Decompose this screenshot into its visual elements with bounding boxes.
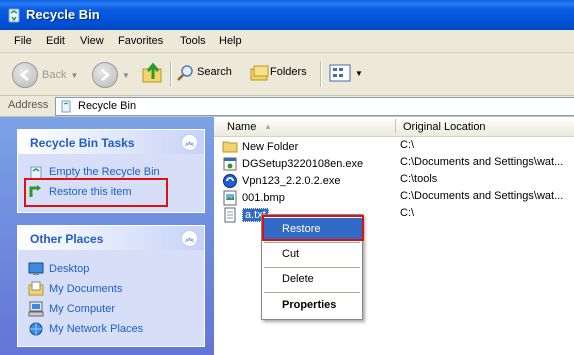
file-name: New Folder [242,141,299,153]
menu-help[interactable]: Help [219,35,242,47]
folders-button[interactable]: Folders [250,64,307,81]
search-button[interactable]: Search [177,64,232,81]
place-desktop[interactable]: Desktop [28,261,89,277]
sort-ascending-icon: ▲ [264,122,272,131]
forward-dropdown-icon[interactable]: ▼ [122,71,130,80]
back-label: Back [42,69,67,81]
menu-tools[interactable]: Tools [180,35,206,47]
forward-arrow-icon [92,62,118,88]
file-location: C:\ [400,207,415,219]
file-name: 001.bmp [242,192,285,204]
bmp-icon [222,190,238,206]
file-row[interactable]: 001.bmp C:\Documents and Settings\wat... [214,188,574,206]
address-label: Address [8,99,49,111]
other-places-header[interactable]: Other Places ︽ [18,226,204,250]
my-documents-label: My Documents [49,283,123,295]
folder-icon [222,139,238,155]
restore-item-highlight [24,178,168,207]
file-name: Vpn123_2.2.0.2.exe [242,175,341,187]
menu-view[interactable]: View [80,35,104,47]
context-cut[interactable]: Cut [262,243,362,265]
exe-icon [222,156,238,172]
up-folder-icon [141,61,165,85]
folders-icon [250,64,269,81]
context-cut-label: Cut [282,248,300,260]
my-computer-label: My Computer [49,303,116,315]
menu-bar: File Edit View Favorites Tools Help [0,30,574,53]
search-label: Search [197,66,232,78]
recycle-bin-small-icon [59,99,73,116]
file-location: C:\ [400,139,415,151]
other-places-panel: Other Places ︽ Desktop My Documents My C… [17,225,205,347]
network-places-label: My Network Places [49,323,144,335]
toolbar: Back ▼ ▼ Search Folders ▼ [0,53,574,96]
file-row[interactable]: Vpn123_2.2.0.2.exe C:\tools [214,171,574,188]
place-my-documents[interactable]: My Documents [28,281,122,297]
place-my-computer[interactable]: My Computer [28,301,115,317]
my-documents-icon [28,281,44,297]
back-button[interactable]: Back ▼ [12,62,78,88]
txt-icon [222,207,238,223]
recycle-bin-tasks-header[interactable]: Recycle Bin Tasks ︽ [18,130,204,154]
recycle-bin-tasks-title: Recycle Bin Tasks [30,136,135,150]
context-restore-highlight [262,215,364,241]
place-my-network-places[interactable]: My Network Places [28,321,143,337]
views-dropdown-icon[interactable]: ▼ [355,69,363,78]
collapse-chevron-icon[interactable]: ︽ [181,134,198,151]
recycle-bin-icon [6,7,22,23]
name-column-header[interactable]: Name [227,121,256,133]
search-icon [177,64,193,81]
menu-favorites[interactable]: Favorites [118,35,163,47]
back-dropdown-icon[interactable]: ▼ [70,71,78,80]
views-button[interactable]: ▼ [329,64,363,82]
file-location: C:\Documents and Settings\wat... [400,156,564,168]
other-places-title: Other Places [30,232,104,246]
file-location: C:\Documents and Settings\wat... [400,190,564,202]
file-name: DGSetup3220108en.exe [242,158,364,170]
empty-recycle-bin-label: Empty the Recycle Bin [49,166,160,178]
forward-button[interactable]: ▼ [92,62,130,88]
desktop-label: Desktop [49,263,90,275]
window-title: Recycle Bin [26,7,100,22]
network-places-icon [28,321,44,337]
file-row[interactable]: New Folder C:\ [214,137,574,154]
exe-icon [222,173,238,189]
task-pane: Recycle Bin Tasks ︽ Empty the Recycle Bi… [0,117,214,355]
back-arrow-icon [12,62,38,88]
context-properties-label: Properties [282,299,337,311]
file-row[interactable]: DGSetup3220108en.exe C:\Documents and Se… [214,154,574,171]
address-value: Recycle Bin [78,100,137,112]
folders-label: Folders [270,66,307,78]
collapse-chevron-icon[interactable]: ︽ [181,230,198,247]
context-properties[interactable]: Properties [262,294,362,316]
file-location: C:\tools [400,173,438,185]
context-delete-label: Delete [282,273,314,285]
title-bar[interactable]: Recycle Bin [0,0,574,30]
up-folder-button[interactable] [141,61,165,85]
column-header: Name ▲ Original Location [214,117,574,137]
address-field[interactable]: Recycle Bin [55,97,574,116]
desktop-icon [28,261,44,277]
original-location-column-header[interactable]: Original Location [403,121,486,133]
address-bar: Address Recycle Bin [0,96,574,117]
menu-file[interactable]: File [14,35,32,47]
my-computer-icon [28,301,44,317]
context-delete[interactable]: Delete [262,268,362,290]
menu-edit[interactable]: Edit [46,35,65,47]
views-icon [329,64,351,82]
